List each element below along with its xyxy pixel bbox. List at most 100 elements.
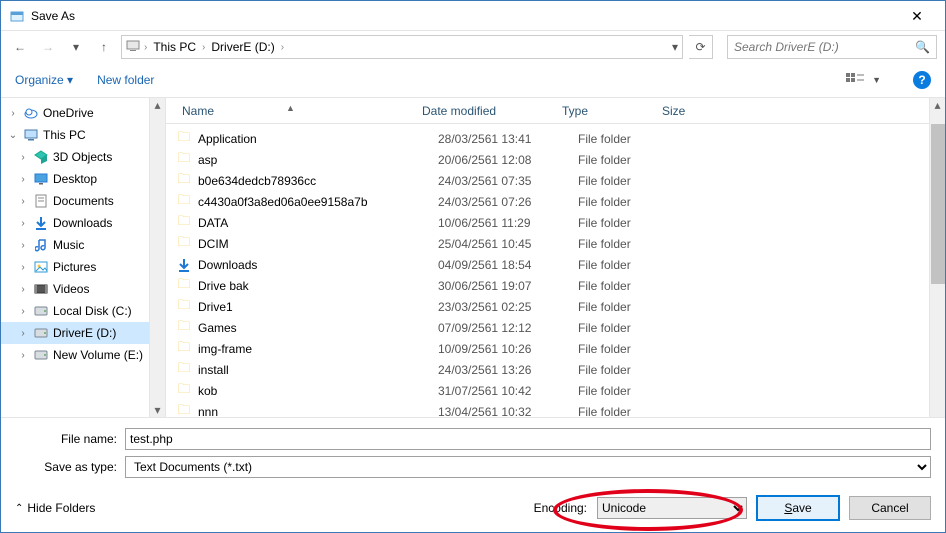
address-dropdown-icon[interactable]: ▾	[672, 40, 678, 54]
cancel-button[interactable]: Cancel	[849, 496, 931, 520]
chevron-icon[interactable]	[281, 42, 284, 53]
file-row[interactable]: 🗀img-frame10/09/2561 10:26File folder	[176, 338, 945, 359]
drive-icon	[33, 347, 49, 363]
view-mode-button[interactable]	[846, 72, 864, 89]
file-row[interactable]: 🗀DATA10/06/2561 11:29File folder	[176, 212, 945, 233]
file-name: nnn	[198, 405, 438, 418]
chevron-icon[interactable]	[202, 42, 205, 53]
help-icon[interactable]: ?	[913, 71, 931, 89]
tree-item-drivere-d-[interactable]: › DriverE (D:)	[1, 322, 165, 344]
file-row[interactable]: 🗀install24/03/2561 13:26File folder	[176, 359, 945, 380]
col-date[interactable]: Date modified	[416, 104, 556, 118]
tree-item-local-disk-c-[interactable]: ›Local Disk (C:)	[1, 300, 165, 322]
newfolder-button[interactable]: New folder	[97, 73, 154, 87]
file-type: File folder	[578, 174, 678, 188]
address-bar[interactable]: This PC DriverE (D:) ▾	[121, 35, 683, 59]
breadcrumb-thispc[interactable]: This PC	[151, 40, 198, 54]
titlebar: Save As ✕	[1, 1, 945, 31]
expand-icon[interactable]: ›	[17, 152, 29, 163]
tree-item-pictures[interactable]: ›Pictures	[1, 256, 165, 278]
search-input[interactable]	[734, 40, 915, 54]
search-icon[interactable]: 🔍	[915, 40, 930, 54]
expand-icon[interactable]: ⌄	[7, 130, 19, 141]
tree-item-music[interactable]: ›Music	[1, 234, 165, 256]
close-button[interactable]: ✕	[897, 2, 937, 30]
tree-item-label: OneDrive	[43, 106, 94, 120]
expand-icon[interactable]: ›	[17, 350, 29, 361]
recent-dropdown[interactable]: ▾	[65, 36, 87, 58]
file-scrollbar[interactable]: ▴	[929, 98, 945, 417]
forward-button[interactable]: →	[37, 36, 59, 58]
file-row[interactable]: 🗀asp20/06/2561 12:08File folder	[176, 149, 945, 170]
file-date: 24/03/2561 07:26	[438, 195, 578, 209]
view-dropdown-icon[interactable]: ▼	[872, 75, 881, 85]
col-name-label: Name	[182, 104, 214, 118]
file-type: File folder	[578, 195, 678, 209]
file-row[interactable]: 🗀Application28/03/2561 13:41File folder	[176, 128, 945, 149]
expand-icon[interactable]: ›	[17, 306, 29, 317]
scroll-thumb[interactable]	[931, 124, 945, 284]
file-row[interactable]: 🗀Games07/09/2561 12:12File folder	[176, 317, 945, 338]
folder-icon: 🗀	[176, 236, 192, 252]
tree-item-desktop[interactable]: ›Desktop	[1, 168, 165, 190]
refresh-button[interactable]: ⟳	[689, 35, 713, 59]
file-row[interactable]: 🗀Drive123/03/2561 02:25File folder	[176, 296, 945, 317]
file-row[interactable]: Downloads04/09/2561 18:54File folder	[176, 254, 945, 275]
expand-icon[interactable]: ›	[17, 174, 29, 185]
filename-input[interactable]	[125, 428, 931, 450]
breadcrumb-driverE[interactable]: DriverE (D:)	[209, 40, 276, 54]
cloud-icon	[23, 105, 39, 121]
expand-icon[interactable]: ›	[17, 196, 29, 207]
tree-scrollbar[interactable]: ▴▾	[149, 98, 165, 417]
desktop-icon	[33, 171, 49, 187]
up-button[interactable]: ↑	[93, 36, 115, 58]
col-name[interactable]: Name▲	[176, 104, 416, 118]
main-split: ›OneDrive⌄This PC›3D Objects›Desktop›Doc…	[1, 97, 945, 418]
encoding-label: Encoding:	[534, 501, 587, 515]
col-size[interactable]: Size	[656, 104, 736, 118]
organize-button[interactable]: Organize ▾	[15, 73, 73, 87]
expand-icon[interactable]: ›	[17, 240, 29, 251]
back-button[interactable]: ←	[9, 36, 31, 58]
save-button[interactable]: Save	[757, 496, 839, 520]
file-name: DATA	[198, 216, 438, 230]
file-row[interactable]: 🗀nnn13/04/2561 10:32File folder	[176, 401, 945, 417]
file-row[interactable]: 🗀kob31/07/2561 10:42File folder	[176, 380, 945, 401]
file-type: File folder	[578, 279, 678, 293]
tree-item-this-pc[interactable]: ⌄This PC	[1, 124, 165, 146]
tree-item-label: Documents	[53, 194, 114, 208]
folder-icon: 🗀	[176, 341, 192, 357]
file-row[interactable]: 🗀DCIM25/04/2561 10:45File folder	[176, 233, 945, 254]
chevron-icon[interactable]	[144, 42, 147, 53]
tree-item-label: DriverE (D:)	[53, 326, 116, 340]
file-row[interactable]: 🗀Drive bak30/06/2561 19:07File folder	[176, 275, 945, 296]
savetype-select[interactable]: Text Documents (*.txt)	[125, 456, 931, 478]
nav-tree[interactable]: ›OneDrive⌄This PC›3D Objects›Desktop›Doc…	[1, 98, 166, 417]
column-header[interactable]: Name▲ Date modified Type Size	[166, 98, 945, 124]
window-title: Save As	[31, 9, 897, 23]
search-box[interactable]: 🔍	[727, 35, 937, 59]
expand-icon[interactable]: ›	[7, 108, 19, 119]
expand-icon[interactable]: ›	[17, 328, 29, 339]
expand-icon[interactable]: ›	[17, 262, 29, 273]
tree-item-documents[interactable]: › Documents	[1, 190, 165, 212]
tree-item-videos[interactable]: ›Videos	[1, 278, 165, 300]
expand-icon[interactable]: ›	[17, 218, 29, 229]
tree-item-new-volume-e-[interactable]: ›New Volume (E:)	[1, 344, 165, 366]
col-type[interactable]: Type	[556, 104, 656, 118]
tree-item-onedrive[interactable]: › OneDrive	[1, 102, 165, 124]
file-name: asp	[198, 153, 438, 167]
encoding-select[interactable]: Unicode	[597, 497, 747, 519]
file-date: 31/07/2561 10:42	[438, 384, 578, 398]
hide-folders-button[interactable]: ⌃ Hide Folders	[15, 501, 95, 515]
file-list[interactable]: 🗀Application28/03/2561 13:41File folder🗀…	[166, 124, 945, 417]
file-name: c4430a0f3a8ed06a0ee9158a7b	[198, 195, 438, 209]
tree-item-label: 3D Objects	[53, 150, 112, 164]
tree-item-downloads[interactable]: ›Downloads	[1, 212, 165, 234]
file-row[interactable]: 🗀c4430a0f3a8ed06a0ee9158a7b24/03/2561 07…	[176, 191, 945, 212]
dl-icon	[176, 257, 192, 273]
file-type: File folder	[578, 216, 678, 230]
tree-item-3d-objects[interactable]: › 3D Objects	[1, 146, 165, 168]
expand-icon[interactable]: ›	[17, 284, 29, 295]
file-row[interactable]: 🗀b0e634dedcb78936cc24/03/2561 07:35File …	[176, 170, 945, 191]
